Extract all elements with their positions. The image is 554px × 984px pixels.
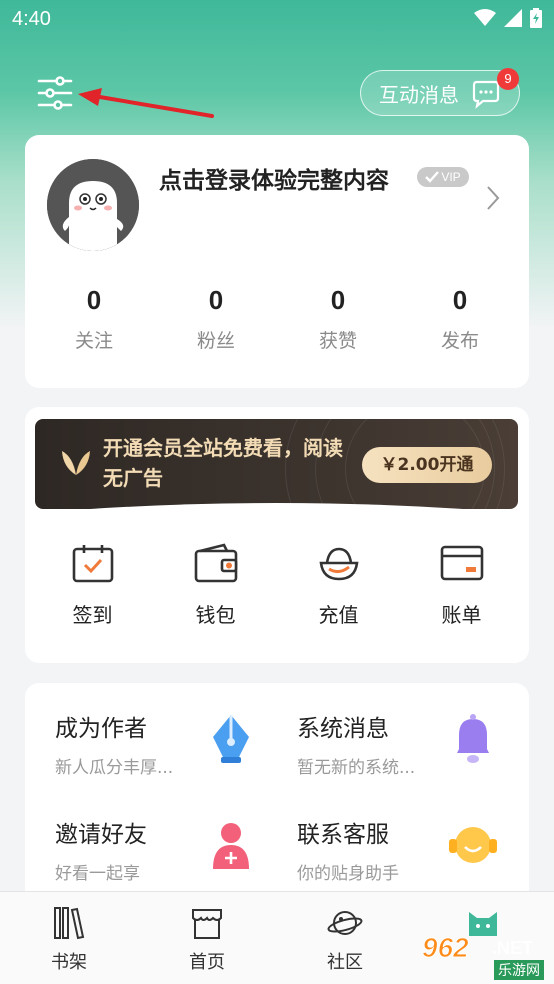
site-watermark: 962 .NET 乐游网 — [414, 928, 554, 984]
feature-title: 联系客服 — [297, 822, 389, 848]
feature-invite-friends[interactable]: 邀请好友 好看一起享 — [25, 789, 265, 884]
quick-actions: 签到 钱包 充值 账单 — [25, 543, 529, 628]
stat-following[interactable]: 0 关注 — [33, 285, 155, 353]
vip-promo-text: 开通会员全站免费看，阅读无广告 — [103, 436, 343, 490]
features-card: 成为作者 新人瓜分丰厚... 系统消息 暂无新的系统... 邀请好友 好看一起享… — [25, 683, 529, 903]
leaf-logo-icon — [62, 451, 90, 475]
bell-icon — [457, 714, 489, 763]
stat-label: 关注 — [74, 330, 113, 352]
feature-subtitle: 暂无新的系统... — [297, 758, 416, 778]
quick-action-bill[interactable]: 账单 — [400, 543, 523, 628]
vip-activate-button[interactable]: ￥2.00开通 — [362, 447, 492, 483]
card-bill-icon — [440, 545, 483, 581]
watermark-net: .NET — [492, 938, 534, 958]
bookshelf-icon — [54, 907, 85, 940]
stat-value: 0 — [208, 285, 224, 315]
status-icons — [474, 8, 542, 28]
headset-icon — [449, 827, 497, 863]
stat-likes[interactable]: 0 获赞 — [277, 285, 399, 353]
messages-label: 互动消息 — [379, 82, 459, 107]
tab-label: 首页 — [189, 952, 225, 973]
profile-stats: 0 关注 0 粉丝 0 获赞 0 发布 — [25, 285, 529, 353]
feature-customer-service[interactable]: 联系客服 你的贴身助手 — [267, 789, 507, 884]
feature-title: 成为作者 — [55, 716, 147, 742]
watermark-cn: 乐游网 — [494, 960, 544, 980]
annotation-arrow-icon — [78, 88, 214, 118]
stat-posts[interactable]: 0 发布 — [399, 285, 521, 353]
feature-become-author[interactable]: 成为作者 新人瓜分丰厚... — [25, 683, 265, 778]
feature-subtitle: 新人瓜分丰厚... — [55, 758, 174, 778]
quick-action-checkin[interactable]: 签到 — [31, 543, 154, 628]
tab-home[interactable]: 首页 — [138, 892, 276, 984]
store-icon — [192, 909, 222, 939]
wallet-icon — [194, 543, 237, 583]
signal-icon — [504, 9, 522, 27]
message-count-badge: 9 — [497, 68, 519, 90]
feature-subtitle: 你的贴身助手 — [297, 864, 399, 884]
quick-action-wallet[interactable]: 钱包 — [154, 543, 277, 628]
calendar-check-icon — [72, 545, 113, 583]
stat-label: 粉丝 — [196, 330, 235, 352]
banner-curve — [35, 503, 518, 513]
quick-action-label: 充值 — [318, 603, 359, 627]
quick-action-recharge[interactable]: 充值 — [277, 543, 400, 628]
avatar[interactable] — [47, 159, 139, 251]
tab-community[interactable]: 社区 — [276, 892, 414, 984]
battery-icon — [530, 8, 542, 28]
tab-label: 社区 — [327, 952, 363, 973]
stat-followers[interactable]: 0 粉丝 — [155, 285, 277, 353]
pen-nib-icon — [213, 715, 249, 763]
quick-action-label: 签到 — [72, 603, 113, 627]
feature-title: 系统消息 — [297, 716, 389, 742]
feature-system-messages[interactable]: 系统消息 暂无新的系统... — [267, 683, 507, 778]
wifi-icon — [474, 9, 496, 26]
chevron-right-icon[interactable] — [485, 185, 501, 211]
feature-subtitle: 好看一起享 — [55, 864, 140, 884]
gold-ingot-icon — [319, 547, 358, 581]
stat-label: 发布 — [440, 330, 479, 352]
stat-value: 0 — [452, 285, 468, 315]
vip-tag: VIP — [417, 167, 469, 187]
quick-action-label: 钱包 — [195, 603, 236, 627]
stat-value: 0 — [330, 285, 346, 315]
feature-title: 邀请好友 — [55, 822, 147, 848]
quick-action-label: 账单 — [441, 603, 482, 627]
stat-label: 获赞 — [318, 330, 357, 352]
watermark-number: 962 — [422, 932, 470, 964]
settings-sliders-icon[interactable] — [36, 74, 74, 112]
tab-label: 书架 — [51, 952, 87, 973]
profile-card[interactable]: 点击登录体验完整内容 VIP 0 关注 0 粉丝 0 获赞 0 发布 — [25, 135, 529, 388]
planet-icon — [327, 911, 363, 935]
ghost-mascot-icon — [47, 159, 139, 251]
interactive-messages-button[interactable]: 互动消息 9 — [360, 68, 520, 116]
add-user-icon — [213, 823, 249, 869]
tab-bookshelf[interactable]: 书架 — [0, 892, 138, 984]
chat-bubble-icon — [472, 80, 500, 109]
stat-value: 0 — [86, 285, 102, 315]
status-bar: 4:40 — [0, 0, 554, 40]
vip-tag-label: VIP — [441, 170, 461, 184]
vip-check-icon — [425, 171, 440, 183]
status-time: 4:40 — [12, 8, 51, 30]
vip-wallet-card: 开通会员全站免费看，阅读无广告 ￥2.00开通 签到 钱包 充值 账单 — [25, 407, 529, 663]
login-prompt[interactable]: 点击登录体验完整内容 — [159, 161, 389, 195]
